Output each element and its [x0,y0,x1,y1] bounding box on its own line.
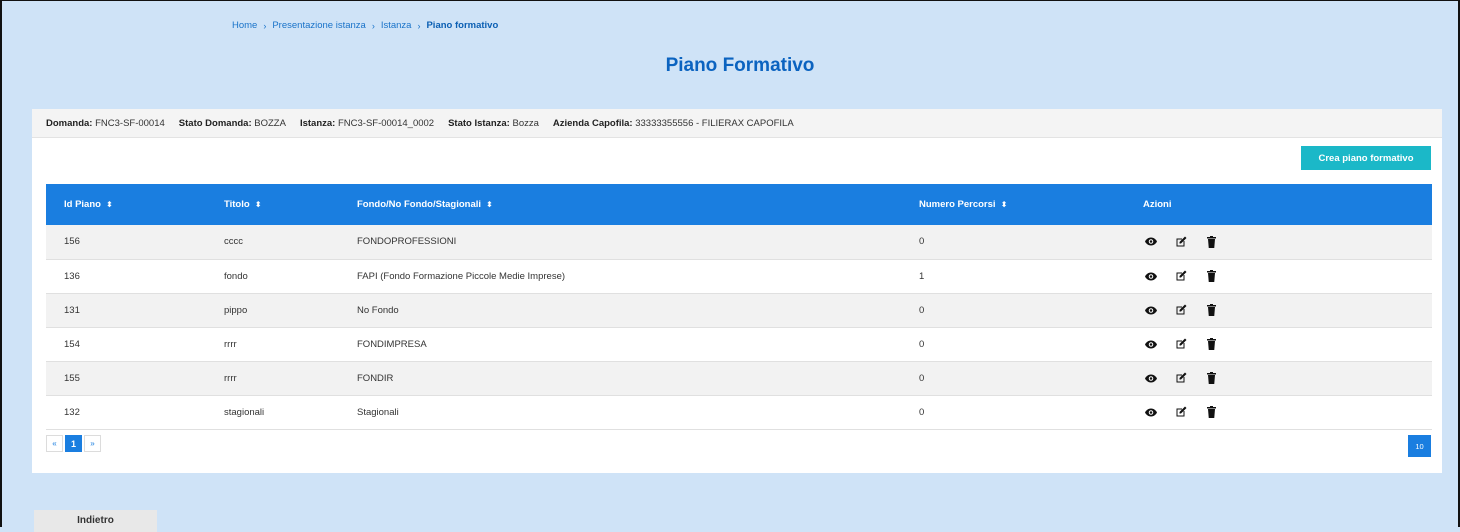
delete-icon[interactable] [1203,235,1219,249]
page-size-selector[interactable]: 10 [1408,435,1431,457]
cell-azioni [1125,259,1432,293]
delete-icon[interactable] [1203,337,1219,351]
edit-icon[interactable] [1173,337,1189,351]
cell-titolo: rrrr [224,372,237,384]
cell-azioni [1125,327,1432,361]
cell-azioni [1125,293,1432,327]
domanda-info: Domanda: FNC3-SF-00014 [46,117,165,129]
sort-icon: ⬍ [1000,200,1008,209]
cell-id-piano: 154 [64,338,80,350]
indietro-button[interactable]: Indietro [34,510,157,532]
table-row: 136 fondo FAPI (Fondo Formazione Piccole M… [46,259,1432,293]
table-row: 154 rrrr FONDIMPRESA 0 [46,327,1432,361]
edit-icon[interactable] [1173,371,1189,385]
delete-icon[interactable] [1203,405,1219,419]
piani-table: Id Piano ⬍ Titolo ⬍ Fondo/No Fondo/Stagion… [46,184,1432,430]
sort-icon: ⬍ [486,200,493,209]
crea-piano-formativo-button[interactable]: Crea piano formativo [1301,146,1431,170]
header-numero-percorsi[interactable]: Numero Percorsi ⬍ [901,184,1125,225]
view-icon[interactable] [1143,235,1159,249]
breadcrumb-separator: › [371,20,375,31]
cell-numero-percorsi: 0 [919,406,925,418]
page-title: Piano Formativo [665,55,815,76]
stato-istanza-info: Stato Istanza: Bozza [448,117,539,129]
cell-fondo: No Fondo [357,304,399,316]
header-titolo[interactable]: Titolo ⬍ [206,184,339,225]
cell-fondo: FONDOPROFESSIONI [357,236,457,248]
breadcrumb: Home › Presentazione istanza › Istanza ›… [232,20,498,31]
header-fondo[interactable]: Fondo/No Fondo/Stagionali ⬍ [339,184,901,225]
pagination: « 1 » [46,435,101,452]
table-row: 132 stagionali Stagionali 0 [46,395,1432,429]
cell-numero-percorsi: 0 [919,338,925,350]
edit-icon[interactable] [1173,405,1189,419]
table-row: 155 rrrr FONDIR 0 [46,361,1432,395]
cell-id-piano: 136 [64,270,80,282]
breadcrumb-separator: › [263,20,267,31]
breadcrumb-current: Piano formativo [426,20,499,31]
breadcrumb-separator: › [417,20,421,31]
cell-titolo: fondo [224,270,248,282]
view-icon[interactable] [1143,303,1159,317]
cell-id-piano: 131 [64,304,80,316]
sort-icon: ⬍ [254,200,262,209]
cell-numero-percorsi: 1 [919,270,925,282]
header-azioni: Azioni [1143,199,1172,210]
sort-icon: ⬍ [105,200,113,209]
cell-numero-percorsi: 0 [919,372,925,384]
cell-fondo: FONDIMPRESA [357,338,427,350]
delete-icon[interactable] [1203,269,1219,283]
cell-id-piano: 132 [64,406,80,418]
pagination-next[interactable]: » [84,435,101,452]
delete-icon[interactable] [1203,303,1219,317]
breadcrumb-istanza[interactable]: Istanza [381,20,412,31]
cell-numero-percorsi: 0 [919,304,925,316]
header-id-piano[interactable]: Id Piano ⬍ [46,184,206,225]
info-bar: Domanda: FNC3-SF-00014 Stato Domanda: BO… [32,109,1442,138]
cell-id-piano: 155 [64,372,80,384]
pagination-prev[interactable]: « [46,435,63,452]
content-card: Domanda: FNC3-SF-00014 Stato Domanda: BO… [32,109,1442,473]
cell-azioni [1125,395,1432,429]
cell-azioni [1125,225,1432,259]
pagination-page-1[interactable]: 1 [65,435,82,452]
view-icon[interactable] [1143,371,1159,385]
cell-numero-percorsi: 0 [919,236,925,248]
stato-domanda-info: Stato Domanda: BOZZA [178,117,286,129]
azienda-capofila-info: Azienda Capofila: 33333355556 - FILIERAX… [552,117,794,129]
delete-icon[interactable] [1203,371,1219,385]
breadcrumb-presentazione-istanza[interactable]: Presentazione istanza [272,20,365,31]
istanza-info: Istanza: FNC3-SF-00014_0002 [299,117,435,129]
view-icon[interactable] [1143,337,1159,351]
cell-fondo: Stagionali [357,406,399,418]
view-icon[interactable] [1143,269,1159,283]
table-row: 131 pippo No Fondo 0 [46,293,1432,327]
edit-icon[interactable] [1173,269,1189,283]
table-row: 156 cccc FONDOPROFESSIONI 0 [46,225,1432,259]
edit-icon[interactable] [1173,303,1189,317]
cell-id-piano: 156 [64,236,80,248]
edit-icon[interactable] [1173,235,1189,249]
cell-azioni [1125,361,1432,395]
cell-titolo: rrrr [224,338,237,350]
table-header-row: Id Piano ⬍ Titolo ⬍ Fondo/No Fondo/Stagion… [46,184,1432,225]
cell-titolo: stagionali [224,406,265,418]
cell-titolo: pippo [224,304,248,316]
view-icon[interactable] [1143,405,1159,419]
cell-fondo: FAPI (Fondo Formazione Piccole Medie Imp… [357,270,566,282]
cell-titolo: cccc [224,236,243,248]
breadcrumb-home[interactable]: Home [232,20,257,31]
cell-fondo: FONDIR [357,372,394,384]
